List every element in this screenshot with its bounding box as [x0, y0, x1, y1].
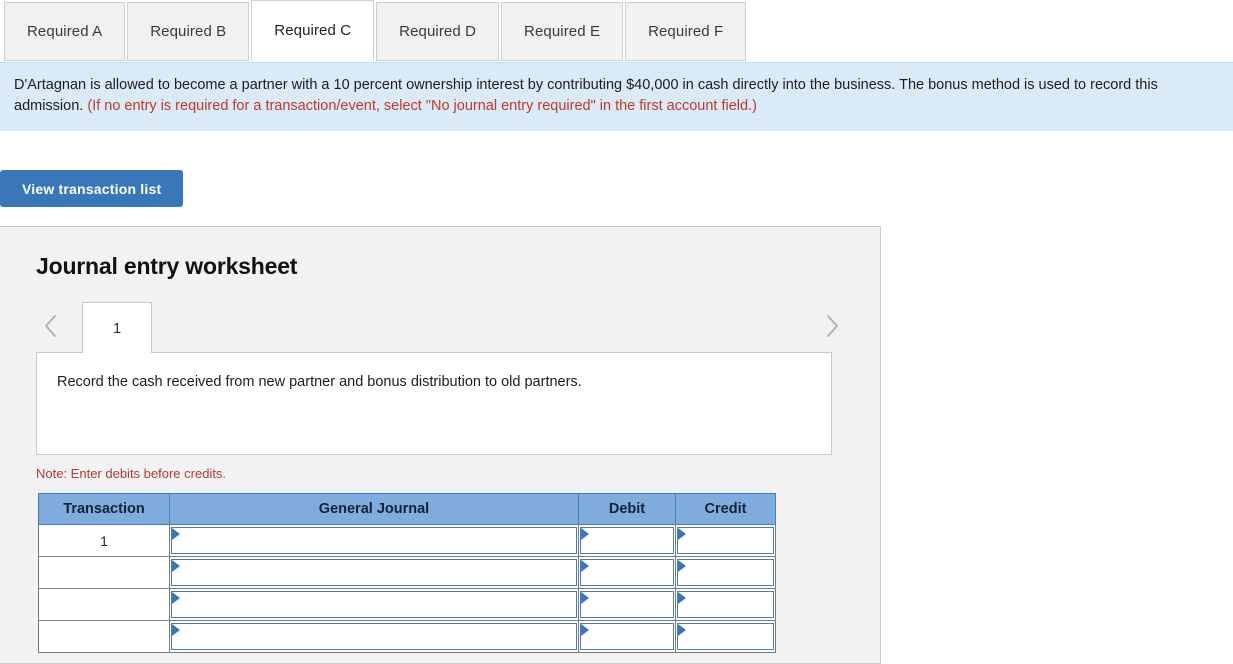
column-header-credit: Credit — [675, 493, 776, 525]
dropdown-triangle-icon — [678, 624, 686, 636]
transaction-number-cell — [38, 620, 170, 653]
dropdown-triangle-icon — [581, 592, 589, 604]
dropdown-triangle-icon — [581, 560, 589, 572]
entry-description-box: Record the cash received from new partne… — [36, 352, 832, 455]
debit-cell[interactable] — [578, 524, 676, 557]
problem-statement-hint: (If no entry is required for a transacti… — [87, 98, 757, 114]
transaction-number-cell — [38, 588, 170, 621]
debit-input[interactable] — [580, 591, 674, 618]
tab-label: Required F — [648, 23, 724, 40]
debit-input[interactable] — [580, 559, 674, 586]
credit-cell[interactable] — [675, 588, 776, 621]
chevron-right-icon[interactable] — [818, 308, 846, 344]
general-journal-cell[interactable] — [169, 620, 579, 653]
worksheet-page-1[interactable]: 1 — [82, 302, 152, 353]
dropdown-triangle-icon — [172, 624, 180, 636]
credit-input[interactable] — [677, 591, 774, 618]
transaction-number-cell — [38, 556, 170, 589]
journal-entry-table: Transaction General Journal Debit Credit… — [38, 493, 776, 653]
dropdown-triangle-icon — [678, 560, 686, 572]
column-header-transaction: Transaction — [38, 493, 170, 525]
credit-input[interactable] — [677, 559, 774, 586]
debit-input[interactable] — [580, 527, 674, 554]
tab-required-d[interactable]: Required D — [376, 2, 500, 61]
dropdown-triangle-icon — [172, 528, 180, 540]
dropdown-triangle-icon — [678, 592, 686, 604]
general-journal-cell[interactable] — [169, 524, 579, 557]
tab-required-e[interactable]: Required E — [501, 2, 624, 61]
worksheet-page-label: 1 — [112, 319, 122, 337]
tab-required-c[interactable]: Required C — [251, 0, 375, 61]
table-header-row: Transaction General Journal Debit Credit — [38, 493, 776, 525]
tab-label: Required E — [524, 23, 601, 40]
chevron-left-icon[interactable] — [36, 308, 64, 344]
tab-required-a[interactable]: Required A — [4, 2, 126, 61]
dropdown-triangle-icon — [172, 592, 180, 604]
worksheet-title: Journal entry worksheet — [36, 253, 298, 279]
general-journal-input[interactable] — [171, 559, 577, 586]
debit-cell[interactable] — [578, 556, 676, 589]
tab-label: Required C — [274, 22, 352, 39]
debit-cell[interactable] — [578, 588, 676, 621]
general-journal-input[interactable] — [171, 591, 577, 618]
table-row — [38, 620, 776, 653]
journal-entry-worksheet-panel: Journal entry worksheet 1 Record the cas… — [0, 226, 881, 664]
credit-cell[interactable] — [675, 556, 776, 589]
general-journal-cell[interactable] — [169, 556, 579, 589]
worksheet-pager: 1 — [0, 302, 880, 353]
dropdown-triangle-icon — [172, 560, 180, 572]
view-transaction-list-button[interactable]: View transaction list — [0, 170, 184, 207]
tab-label: Required A — [27, 23, 103, 40]
dropdown-triangle-icon — [581, 528, 589, 540]
entry-description-text: Record the cash received from new partne… — [57, 374, 582, 390]
tab-label: Required B — [150, 23, 227, 40]
table-row — [38, 588, 776, 621]
debit-cell[interactable] — [578, 620, 676, 653]
dropdown-triangle-icon — [581, 624, 589, 636]
transaction-number-cell: 1 — [38, 524, 170, 557]
general-journal-input[interactable] — [171, 623, 577, 650]
problem-statement-banner: D'Artagnan is allowed to become a partne… — [0, 62, 1233, 131]
general-journal-cell[interactable] — [169, 588, 579, 621]
credit-cell[interactable] — [675, 524, 776, 557]
required-tabs: Required A Required B Required C Require… — [0, 0, 1233, 61]
general-journal-input[interactable] — [171, 527, 577, 554]
column-header-debit: Debit — [578, 493, 676, 525]
dropdown-triangle-icon — [678, 528, 686, 540]
debits-before-credits-note: Note: Enter debits before credits. — [36, 466, 227, 481]
tab-label: Required D — [399, 23, 477, 40]
tab-required-b[interactable]: Required B — [127, 2, 250, 61]
tab-required-f[interactable]: Required F — [625, 2, 747, 61]
credit-input[interactable] — [677, 623, 774, 650]
credit-input[interactable] — [677, 527, 774, 554]
credit-cell[interactable] — [675, 620, 776, 653]
table-row — [38, 556, 776, 589]
column-header-general-journal: General Journal — [169, 493, 579, 525]
debit-input[interactable] — [580, 623, 674, 650]
table-row: 1 — [38, 524, 776, 557]
